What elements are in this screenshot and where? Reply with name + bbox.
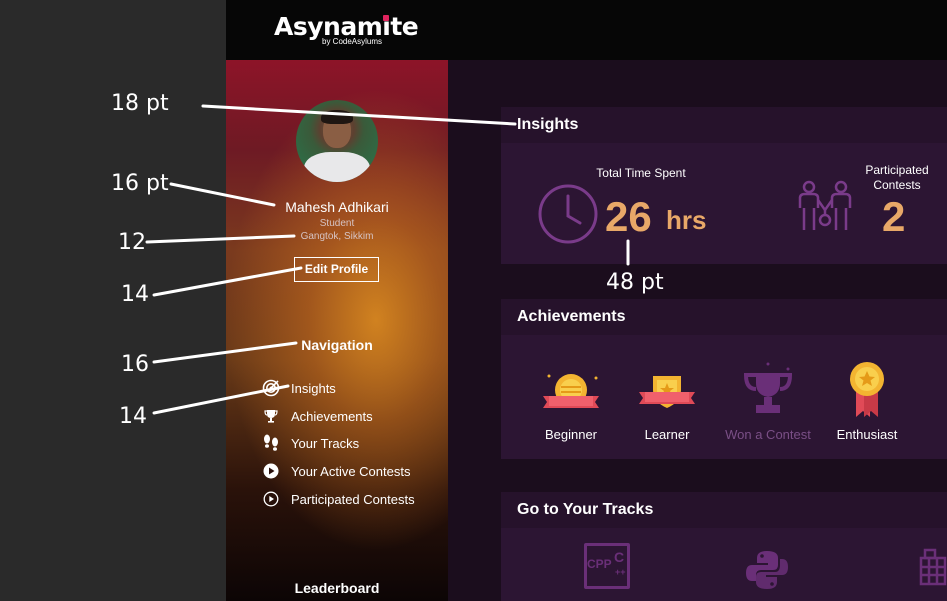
nav-item-label: Your Tracks <box>291 435 360 451</box>
insights-header: Insights <box>501 107 947 143</box>
nav-item-label: Participated Contests <box>291 491 415 507</box>
achievement-label: Beginner <box>544 427 598 442</box>
app-screen: Asynamı te by CodeAsylums Mahesh Adhikari… <box>0 0 947 601</box>
edit-profile-button[interactable]: Edit Profile <box>294 257 379 282</box>
track-cpp[interactable]: CPP C ++ <box>584 543 630 589</box>
profile-location: Gangtok, Sikkim <box>300 231 374 242</box>
participated-value: 2 <box>882 193 906 240</box>
avatar-hair <box>321 110 353 124</box>
insights-title: Insights <box>517 116 579 133</box>
profile-name: Mahesh Adhikari <box>285 199 389 215</box>
annotation-number-size: 48 pt <box>606 270 664 295</box>
grid-icon <box>919 548 947 590</box>
participated-label: Participated Contests <box>865 163 929 192</box>
avatar[interactable] <box>296 100 378 182</box>
cpp-plus-label: ++ <box>615 567 626 577</box>
tracks-header: Go to Your Tracks <box>501 492 947 528</box>
medal-icon <box>846 361 888 424</box>
annotation-location-size: 12 <box>118 230 146 255</box>
target-icon <box>262 379 280 397</box>
tracks-title: Go to Your Tracks <box>517 501 654 518</box>
annotation-insights-nav-size: 14 <box>119 404 147 429</box>
annotation-edit-size: 14 <box>121 282 149 307</box>
time-spent-unit: hrs <box>666 205 707 235</box>
cpp-c-label: C <box>614 549 625 565</box>
nav-item-insights[interactable]: Insights <box>262 379 336 397</box>
leaderboard-link[interactable]: Leaderboard <box>226 580 448 596</box>
achievement-label: Enthusiast <box>836 427 898 442</box>
achievement-label: Learner <box>644 427 690 442</box>
nav-item-achievements[interactable]: Achievements <box>262 407 373 425</box>
clock-icon <box>537 183 599 250</box>
nav-item-label: Insights <box>291 380 336 396</box>
time-spent-label: Total Time Spent <box>596 166 686 180</box>
coin-ribbon-icon <box>541 372 601 417</box>
tracks-panel <box>501 528 947 601</box>
nav-item-active-contests[interactable]: Your Active Contests <box>262 462 410 480</box>
python-icon <box>745 551 789 593</box>
logo-dot <box>383 15 390 21</box>
annotation-insights-size: 18 pt <box>111 91 169 116</box>
footprints-icon <box>262 434 280 452</box>
trophy-icon <box>262 407 280 425</box>
nav-item-label: Achievements <box>291 408 373 424</box>
annotation-name-size: 16 pt <box>111 171 169 196</box>
cpp-label: CPP <box>587 557 612 571</box>
nav-item-your-tracks[interactable]: Your Tracks <box>262 434 359 452</box>
logo-text-i: ı <box>382 12 391 41</box>
achievements-header: Achievements <box>501 299 947 335</box>
track-python[interactable] <box>745 549 789 594</box>
shield-ribbon-icon <box>637 372 697 417</box>
achievement-label: Won a Contest <box>725 427 811 442</box>
trophy-locked-icon <box>738 361 798 422</box>
nav-item-participated-contests[interactable]: Participated Contests <box>262 490 415 508</box>
play-filled-icon <box>262 462 280 480</box>
nav-item-label: Your Active Contests <box>291 463 411 479</box>
annotation-navigation-size: 16 <box>121 352 149 377</box>
achievements-title: Achievements <box>517 308 626 325</box>
logo-subtitle: by CodeAsylums <box>322 37 383 46</box>
profile-role: Student <box>319 218 355 229</box>
track-grid[interactable] <box>919 548 947 591</box>
participants-icon <box>794 178 856 243</box>
navigation-title: Navigation <box>301 337 373 353</box>
avatar-shirt <box>304 152 370 182</box>
play-outline-icon <box>262 490 280 508</box>
time-spent-value: 26 <box>605 193 652 240</box>
logo-text-post: te <box>390 12 419 41</box>
